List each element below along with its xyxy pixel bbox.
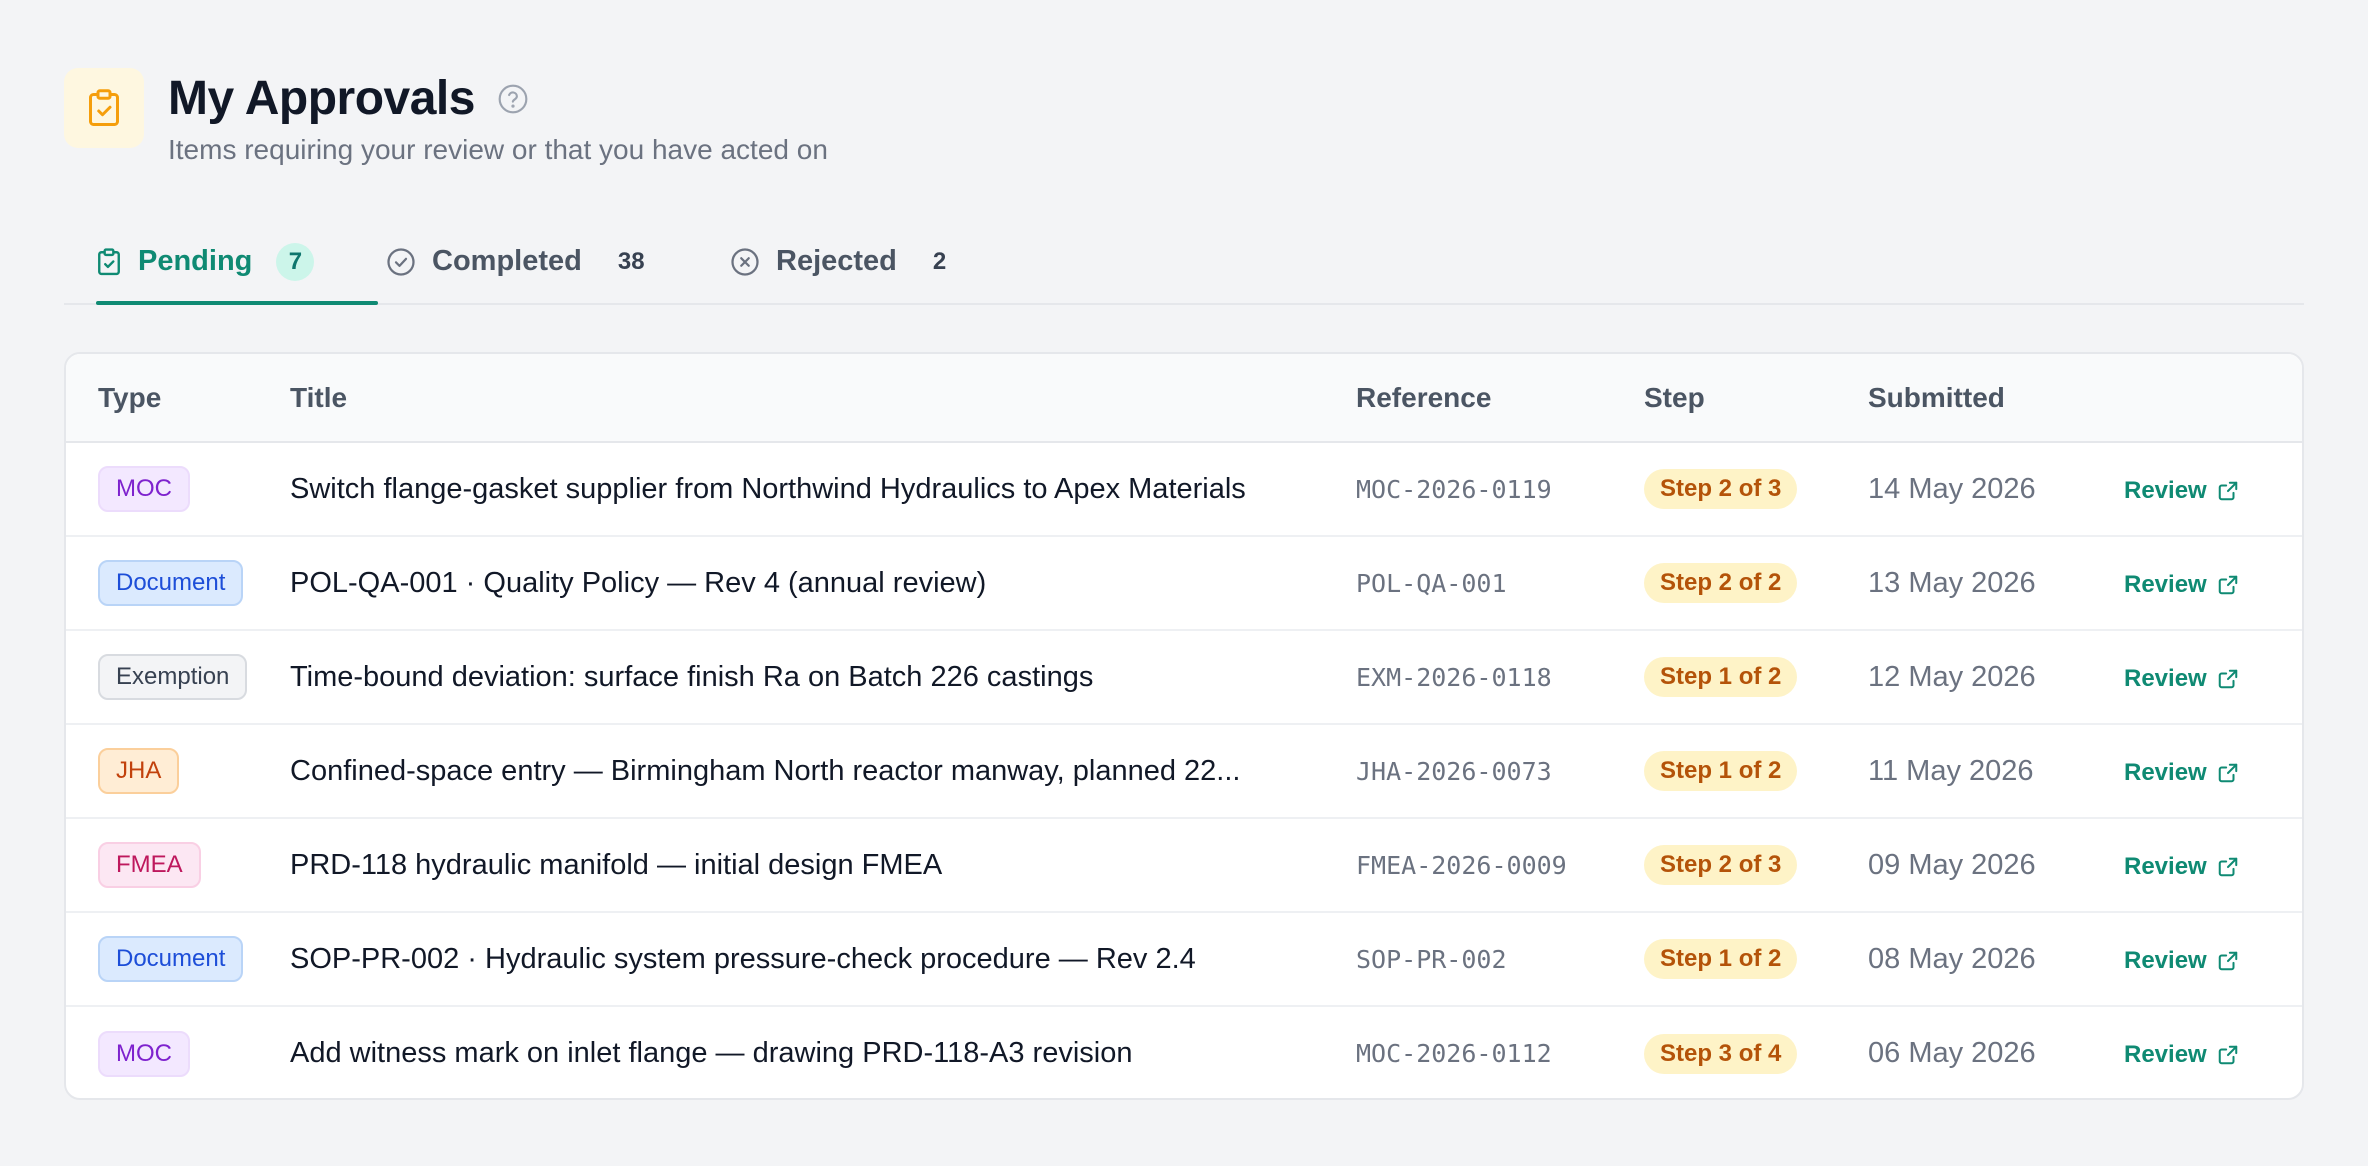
row-reference: EXM-2026-0118 — [1356, 662, 1552, 692]
type-badge: Document — [98, 936, 244, 982]
page-subtitle: Items requiring your review or that you … — [168, 134, 828, 165]
column-header-title: Title — [290, 381, 348, 413]
clipboard-check-icon — [96, 247, 122, 277]
review-link[interactable]: Review — [2124, 477, 2239, 505]
type-badge: FMEA — [98, 842, 201, 888]
table-header-row: Type Title Reference Step Submitted — [66, 354, 2302, 442]
external-link-icon — [2218, 575, 2237, 594]
row-title[interactable]: Add witness mark on inlet flange — drawi… — [290, 1006, 1356, 1098]
row-title[interactable]: PRD-118 hydraulic manifold — initial des… — [290, 818, 1356, 912]
external-link-icon — [2218, 481, 2237, 500]
type-badge: Document — [98, 560, 244, 606]
row-submitted-date: 14 May 2026 — [1868, 472, 2036, 505]
step-badge: Step 2 of 3 — [1644, 845, 1798, 885]
row-reference: POL-QA-001 — [1356, 568, 1507, 598]
row-submitted-date: 13 May 2026 — [1868, 566, 2036, 599]
row-reference: FMEA-2026-0009 — [1356, 850, 1567, 880]
column-header-action — [2124, 354, 2302, 442]
review-link[interactable]: Review — [2124, 853, 2239, 881]
page-title: My Approvals — [168, 71, 475, 125]
table-row[interactable]: MOC Switch flange-gasket supplier from N… — [66, 442, 2302, 536]
rejected-count: 2 — [932, 247, 947, 275]
row-submitted-date: 06 May 2026 — [1868, 1037, 2036, 1069]
row-submitted-date: 12 May 2026 — [1868, 660, 2036, 693]
tab-rejected[interactable]: Rejected 2 — [730, 220, 946, 303]
table-row[interactable]: Exemption Time-bound deviation: surface … — [66, 630, 2302, 724]
review-link[interactable]: Review — [2124, 759, 2239, 787]
approvals-page: My Approvals Items requiring your review… — [0, 0, 2368, 1166]
column-header-reference: Reference — [1356, 381, 1492, 413]
external-link-icon — [2218, 857, 2237, 876]
row-reference: SOP-PR-002 — [1356, 944, 1507, 974]
review-label: Review — [2124, 570, 2207, 598]
row-title[interactable]: POL-QA-001 · Quality Policy — Rev 4 (ann… — [290, 536, 1356, 630]
review-label: Review — [2124, 758, 2207, 786]
page-header: My Approvals Items requiring your review… — [64, 68, 828, 166]
tab-label: Pending — [138, 245, 253, 277]
row-title[interactable]: SOP-PR-002 · Hydraulic system pressure-c… — [290, 912, 1356, 1006]
table-row[interactable]: MOC Add witness mark on inlet flange — d… — [66, 1006, 2302, 1098]
column-header-type: Type — [98, 381, 162, 413]
tab-pending[interactable]: Pending 7 — [96, 220, 378, 305]
row-title[interactable]: Switch flange-gasket supplier from North… — [290, 442, 1356, 536]
row-submitted-date: 11 May 2026 — [1868, 754, 2034, 787]
review-link[interactable]: Review — [2124, 571, 2239, 599]
table-row[interactable]: JHA Confined-space entry — Birmingham No… — [66, 724, 2302, 818]
review-link[interactable]: Review — [2124, 665, 2239, 693]
table-row[interactable]: Document POL-QA-001 · Quality Policy — R… — [66, 536, 2302, 630]
step-badge: Step 3 of 4 — [1644, 1033, 1798, 1074]
approvals-table: Type Title Reference Step Submitted MOC … — [66, 354, 2302, 1098]
title-row: My Approvals — [168, 70, 828, 126]
step-badge: Step 1 of 2 — [1644, 939, 1798, 979]
tab-completed[interactable]: Completed 38 — [386, 220, 645, 303]
review-label: Review — [2124, 852, 2207, 880]
row-submitted-date: 08 May 2026 — [1868, 942, 2036, 975]
type-badge: Exemption — [98, 654, 248, 700]
type-badge: MOC — [98, 466, 190, 512]
row-reference: JHA-2026-0073 — [1356, 756, 1552, 786]
clipboard-check-icon — [64, 68, 144, 148]
step-badge: Step 2 of 3 — [1644, 469, 1798, 509]
row-reference: MOC-2026-0112 — [1356, 1039, 1552, 1068]
step-badge: Step 2 of 2 — [1644, 563, 1798, 603]
review-link[interactable]: Review — [2124, 947, 2239, 975]
row-reference: MOC-2026-0119 — [1356, 474, 1552, 504]
step-badge: Step 1 of 2 — [1644, 751, 1798, 791]
header-text: My Approvals Items requiring your review… — [168, 68, 828, 166]
row-title[interactable]: Confined-space entry — Birmingham North … — [290, 724, 1356, 818]
review-link[interactable]: Review — [2124, 1041, 2239, 1069]
row-title[interactable]: Time-bound deviation: surface finish Ra … — [290, 630, 1356, 724]
check-circle-icon — [386, 247, 416, 277]
tab-label: Rejected — [776, 245, 897, 277]
step-badge: Step 1 of 2 — [1644, 657, 1798, 697]
review-label: Review — [2124, 946, 2207, 974]
external-link-icon — [2218, 763, 2237, 782]
external-link-icon — [2218, 1045, 2237, 1065]
status-tabs: Pending 7 Completed 38 Rejected 2 — [64, 220, 2304, 305]
external-link-icon — [2218, 669, 2237, 688]
tab-label: Completed — [432, 245, 582, 277]
completed-count: 38 — [617, 247, 645, 275]
table-row[interactable]: FMEA PRD-118 hydraulic manifold — initia… — [66, 818, 2302, 912]
review-label: Review — [2124, 476, 2207, 504]
approvals-table-card: Type Title Reference Step Submitted MOC … — [64, 352, 2304, 1100]
review-label: Review — [2124, 1041, 2207, 1068]
column-header-step: Step — [1644, 381, 1705, 413]
review-label: Review — [2124, 664, 2207, 692]
help-circle-icon[interactable] — [497, 83, 529, 115]
external-link-icon — [2218, 951, 2237, 970]
row-submitted-date: 09 May 2026 — [1868, 848, 2036, 881]
pending-count-badge: 7 — [276, 242, 315, 281]
active-tab-indicator — [96, 301, 378, 305]
column-header-submitted: Submitted — [1868, 381, 2005, 413]
type-badge: JHA — [98, 748, 180, 794]
x-circle-icon — [730, 247, 760, 277]
type-badge: MOC — [98, 1030, 190, 1077]
table-row[interactable]: Document SOP-PR-002 · Hydraulic system p… — [66, 912, 2302, 1006]
